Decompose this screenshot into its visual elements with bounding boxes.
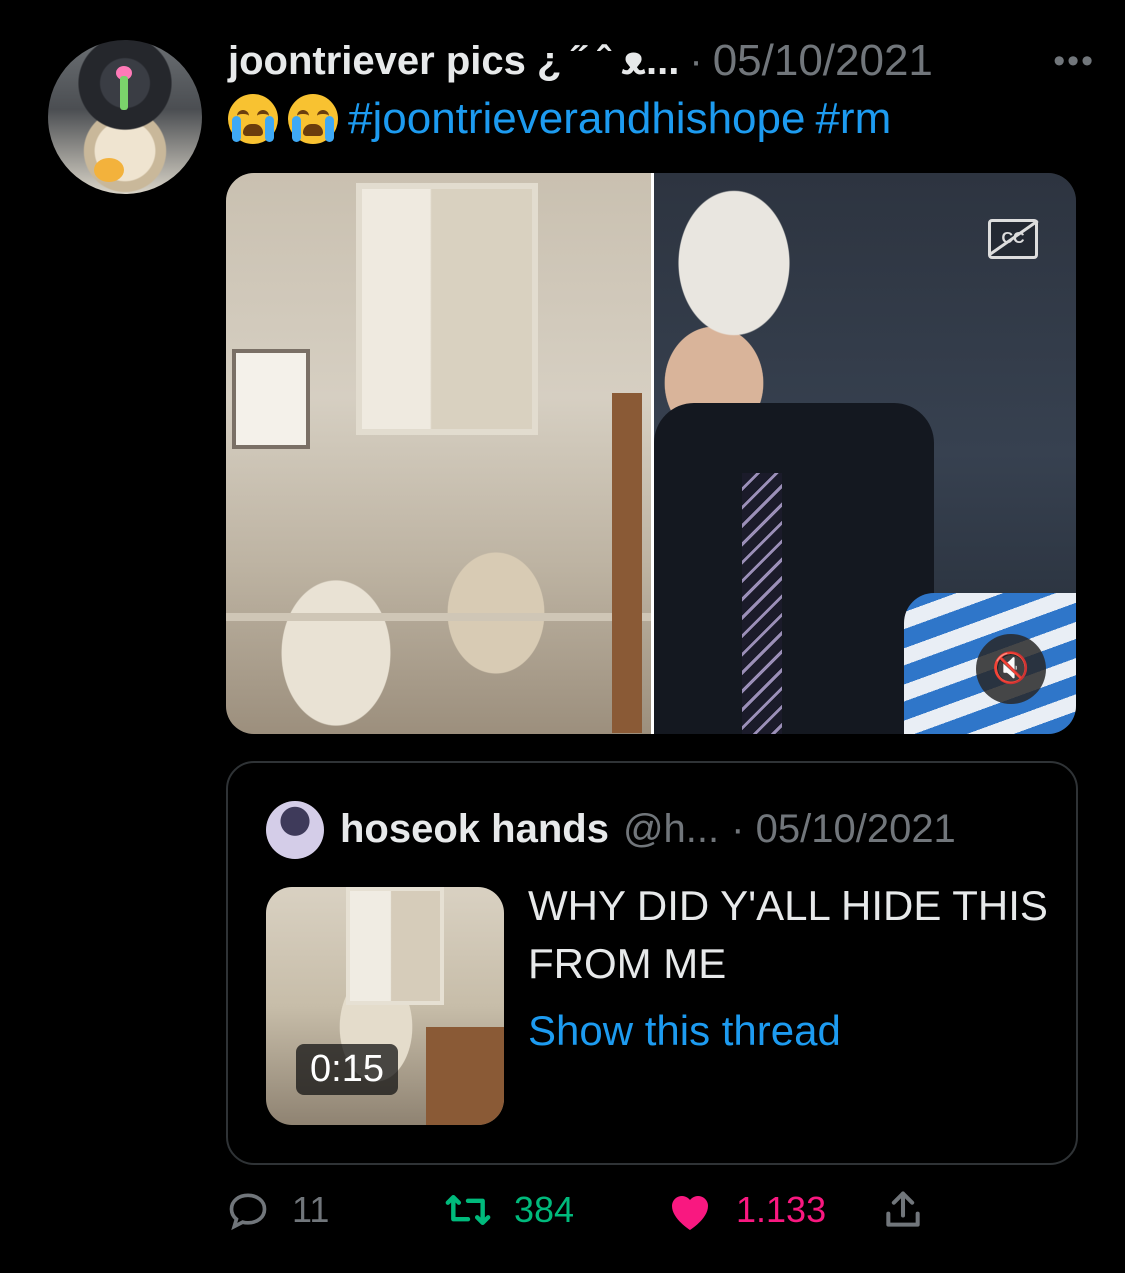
more-options-icon[interactable]: •••: [1053, 42, 1095, 81]
retweet-count: 384: [514, 1189, 575, 1230]
video-duration-badge: 0:15: [296, 1044, 398, 1095]
hashtag-link[interactable]: #joontrieverandhishope: [348, 94, 805, 144]
quoted-tweet-header: hoseok hands @h... · 05/10/2021: [340, 807, 956, 852]
like-count: 1.133: [736, 1189, 827, 1230]
quoted-video-thumbnail[interactable]: 0:15: [266, 887, 504, 1125]
loudly-crying-face-icon: [288, 94, 338, 144]
suit-image: [654, 403, 934, 734]
quoted-author-avatar[interactable]: [266, 801, 324, 859]
show-thread-link[interactable]: Show this thread: [528, 1007, 841, 1055]
quoted-tweet-text: WHY DID Y'ALL HIDE THIS FROM ME: [528, 882, 1048, 987]
thumbnail-window: [346, 887, 444, 1005]
tweet-video[interactable]: CC 🔇: [226, 173, 1076, 734]
quoted-tweet[interactable]: hoseok hands @h... · 05/10/2021 0:15 WHY…: [226, 761, 1078, 1165]
hashtag-link[interactable]: #rm: [815, 94, 891, 144]
reply-button[interactable]: 11: [226, 1188, 329, 1232]
video-left-panel: [226, 173, 651, 734]
tie-image: [742, 473, 782, 734]
reply-icon: [229, 1193, 267, 1231]
tweet-date[interactable]: 05/10/2021: [713, 36, 933, 86]
loudly-crying-face-icon: [228, 94, 278, 144]
mute-icon[interactable]: 🔇: [976, 634, 1046, 704]
author-display-name[interactable]: joontriever pics ¿ ˝ ˆ ᴥ...: [228, 39, 679, 84]
tweet-text: #joontrieverandhishope #rm: [228, 94, 891, 144]
captions-off-icon[interactable]: CC: [988, 219, 1038, 259]
header-separator: ·: [689, 38, 703, 83]
tweet-actions: 11 384 1.133: [226, 1188, 1076, 1244]
window-image: [356, 183, 538, 435]
retweet-button[interactable]: 384: [444, 1188, 574, 1232]
quoted-tweet-date: · 05/10/2021: [731, 807, 956, 851]
share-icon: [886, 1191, 920, 1227]
floor-edge: [226, 613, 651, 621]
thumbnail-table: [426, 1027, 504, 1125]
share-button[interactable]: [881, 1188, 925, 1232]
birthday-candle: [120, 76, 128, 110]
author-avatar[interactable]: [48, 40, 202, 194]
retweet-icon: [445, 1194, 491, 1226]
avatar-hand: [94, 158, 124, 182]
tweet-header: joontriever pics ¿ ˝ ˆ ᴥ... · 05/10/2021…: [228, 36, 1095, 86]
chair-image: [612, 393, 642, 733]
heart-icon: [672, 1196, 708, 1230]
quoted-author-handle[interactable]: @h...: [623, 807, 719, 852]
quoted-author-name[interactable]: hoseok hands: [340, 807, 609, 852]
picture-frame-image: [232, 349, 310, 449]
reply-count: 11: [292, 1189, 330, 1230]
like-button[interactable]: 1.133: [666, 1188, 826, 1232]
